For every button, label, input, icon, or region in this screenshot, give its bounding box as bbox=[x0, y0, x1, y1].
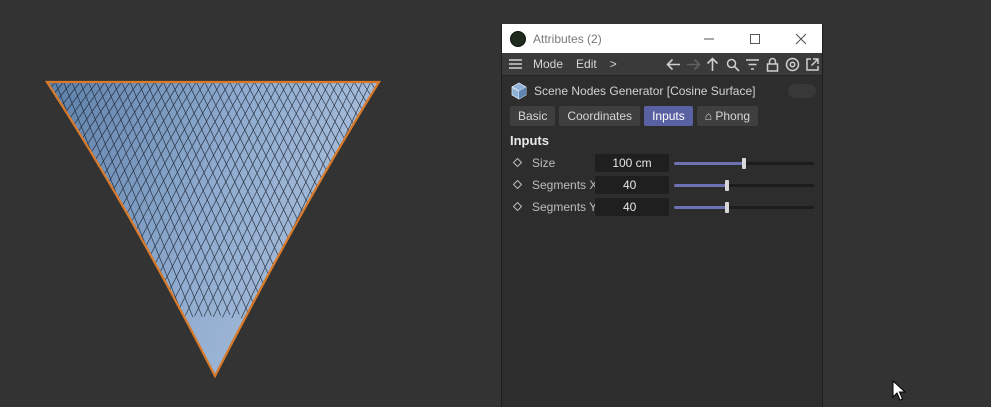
segments-y-field[interactable]: 40 bbox=[595, 198, 669, 216]
param-label: Size bbox=[532, 156, 556, 170]
lock-icon bbox=[766, 57, 779, 72]
minimize-icon bbox=[704, 38, 714, 39]
new-window-button[interactable] bbox=[804, 56, 821, 73]
segments-x-field[interactable]: 40 bbox=[595, 176, 669, 194]
external-link-icon bbox=[806, 58, 819, 71]
minimize-button[interactable] bbox=[686, 24, 732, 53]
cosine-surface-mesh[interactable] bbox=[0, 80, 509, 379]
segments-y-slider[interactable] bbox=[674, 202, 814, 213]
tab-phong[interactable]: ⌂ Phong bbox=[696, 106, 759, 126]
filter-button[interactable] bbox=[744, 56, 761, 73]
close-button[interactable] bbox=[778, 24, 824, 53]
window-titlebar[interactable]: Attributes (2) bbox=[502, 24, 822, 53]
tab-coordinates[interactable]: Coordinates bbox=[559, 106, 641, 126]
object-title: Scene Nodes Generator [Cosine Surface] bbox=[534, 84, 756, 98]
hamburger-menu-button[interactable] bbox=[508, 58, 523, 70]
mouse-cursor-icon bbox=[892, 380, 906, 401]
object-enable-toggle[interactable] bbox=[788, 84, 816, 98]
param-segments-x: Segments X 40 bbox=[502, 175, 822, 195]
arrow-right-icon bbox=[687, 58, 701, 71]
up-button[interactable] bbox=[704, 56, 721, 73]
arrow-left-icon bbox=[666, 58, 680, 71]
forward-button[interactable] bbox=[685, 56, 702, 73]
slider-handle[interactable] bbox=[725, 202, 730, 213]
lock-button[interactable] bbox=[764, 56, 781, 73]
object-header: Scene Nodes Generator [Cosine Surface] bbox=[502, 78, 822, 104]
menu-mode[interactable]: Mode bbox=[533, 57, 563, 71]
param-label: Segments Y bbox=[532, 200, 598, 214]
arrow-up-icon bbox=[706, 57, 719, 71]
target-icon bbox=[785, 57, 800, 72]
param-label: Segments X bbox=[532, 178, 598, 192]
search-button[interactable] bbox=[724, 56, 741, 73]
param-size: Size 100 cm bbox=[502, 153, 822, 173]
keyframe-diamond-icon[interactable] bbox=[513, 158, 522, 167]
section-title: Inputs bbox=[510, 133, 549, 148]
segments-x-slider[interactable] bbox=[674, 180, 814, 191]
slider-handle[interactable] bbox=[725, 180, 730, 191]
app-icon bbox=[510, 30, 526, 47]
search-icon bbox=[726, 58, 740, 72]
size-field[interactable]: 100 cm bbox=[595, 154, 669, 172]
menu-edit[interactable]: Edit bbox=[576, 57, 597, 71]
viewport[interactable] bbox=[0, 0, 991, 407]
window-title: Attributes (2) bbox=[533, 31, 602, 46]
filter-icon bbox=[746, 59, 759, 70]
close-icon bbox=[795, 33, 807, 44]
menu-more[interactable]: > bbox=[610, 57, 617, 71]
attributes-panel: Attributes (2) Mode Edit > Scene Nodes G… bbox=[501, 24, 823, 407]
maximize-button[interactable] bbox=[732, 24, 778, 53]
hamburger-icon bbox=[509, 59, 522, 69]
keyframe-diamond-icon[interactable] bbox=[513, 180, 522, 189]
maximize-icon bbox=[750, 33, 760, 44]
tab-bar: Basic Coordinates Inputs ⌂ Phong bbox=[510, 106, 762, 126]
tab-basic[interactable]: Basic bbox=[510, 106, 556, 126]
param-segments-y: Segments Y 40 bbox=[502, 197, 822, 217]
menubar: Mode Edit > bbox=[502, 53, 822, 76]
keyframe-diamond-icon[interactable] bbox=[513, 202, 522, 211]
size-slider[interactable] bbox=[674, 158, 814, 169]
back-button[interactable] bbox=[665, 56, 682, 73]
tab-inputs[interactable]: Inputs bbox=[644, 106, 693, 126]
slider-handle[interactable] bbox=[742, 158, 746, 169]
cube-icon bbox=[511, 82, 527, 100]
target-button[interactable] bbox=[784, 56, 801, 73]
